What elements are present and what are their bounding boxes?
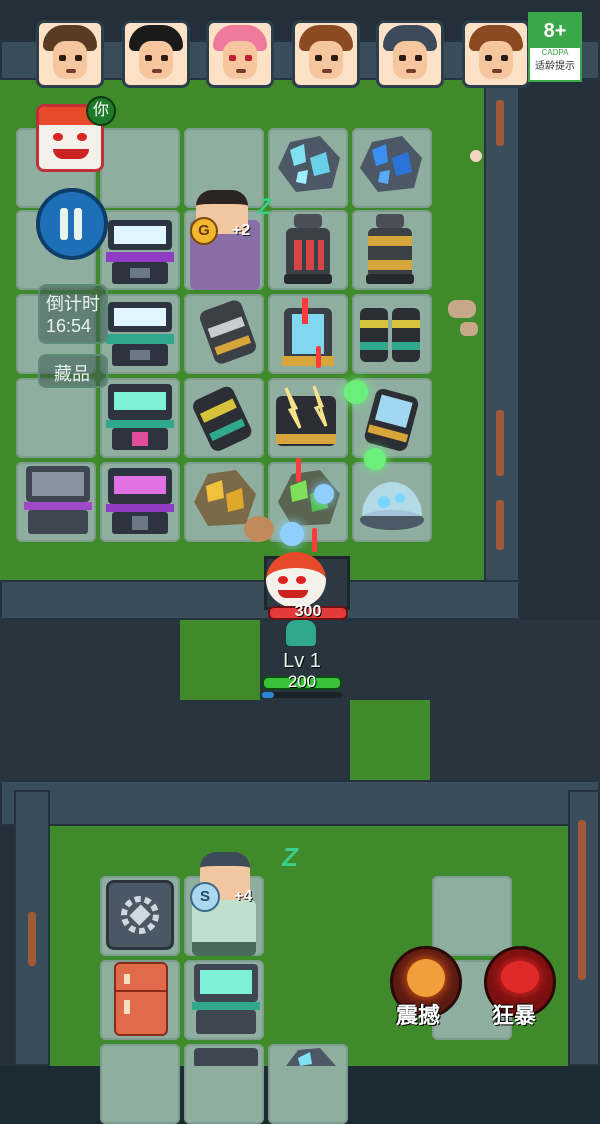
wall-torch	[578, 820, 586, 980]
crystal-ore-icon[interactable]	[280, 1044, 340, 1066]
shock-skill-icon	[407, 959, 445, 997]
generator-machine-icon[interactable]	[100, 212, 180, 288]
twin-turret-icon[interactable]	[352, 294, 428, 374]
age-rating-org: CADPA	[541, 48, 569, 57]
floor-tile	[432, 876, 512, 956]
wall-torch	[496, 410, 504, 476]
player-energy-value: 200	[287, 672, 317, 691]
player-portrait[interactable]	[206, 20, 274, 88]
pause-button[interactable]	[36, 188, 108, 260]
corridor-grass	[180, 620, 260, 700]
age-rating-badge: 8+ CADPA 适龄提示	[528, 12, 582, 82]
generator-machine-icon[interactable]	[100, 378, 180, 454]
generator-machine-icon[interactable]	[100, 294, 180, 370]
age-rating-caption: 适龄提示	[535, 61, 575, 72]
player-portrait[interactable]	[292, 20, 360, 88]
ice-orb	[314, 484, 334, 504]
bed-income-label: +2	[232, 222, 251, 239]
sleep-z-icon: Z	[282, 842, 298, 872]
energy-orb	[364, 448, 386, 470]
repair-station-icon[interactable]	[106, 880, 174, 950]
rage-skill-label: 狂暴	[492, 1003, 537, 1028]
generator-machine-icon[interactable]	[100, 462, 180, 538]
player-portrait[interactable]	[122, 20, 190, 88]
silver-turret-icon[interactable]	[190, 294, 266, 374]
collection-label: 藏品	[54, 364, 90, 384]
floor-tile	[100, 128, 180, 208]
red-turret-icon[interactable]	[272, 210, 344, 290]
pause-icon	[58, 208, 86, 240]
storage-cabinet-icon[interactable]	[18, 462, 98, 538]
small-creature-icon	[244, 516, 274, 542]
flower-decoration	[470, 150, 482, 162]
player-sprite	[286, 620, 316, 646]
refrigerator-icon[interactable]	[114, 962, 168, 1036]
wall-torch	[496, 500, 504, 550]
gold-turret-icon[interactable]	[354, 210, 426, 290]
floor-tile	[100, 1044, 180, 1124]
collection-button[interactable]: 藏品	[38, 354, 108, 388]
laser-beam	[316, 346, 321, 368]
shock-skill-label: 震撼	[396, 1003, 441, 1028]
ice-orb	[280, 522, 304, 546]
clown-monster-avatar	[266, 552, 326, 608]
lightning-turret-icon[interactable]	[266, 378, 346, 458]
middle-wall	[0, 580, 520, 620]
laser-beam	[296, 458, 301, 482]
laser-beam	[312, 528, 317, 552]
age-rating-value: 8+	[530, 14, 580, 48]
you-tag: 你	[86, 96, 116, 126]
rage-skill-icon	[501, 961, 539, 993]
storage-cabinet-icon[interactable]	[186, 1044, 266, 1066]
silver-coin-icon: S	[190, 882, 220, 912]
floor-tile	[16, 378, 96, 458]
player-level: Lv 1	[283, 650, 321, 672]
countdown-panel: 倒计时 16:54	[38, 284, 108, 344]
rock-debris	[460, 322, 478, 336]
middle-wall-lower	[0, 780, 600, 826]
player-xp-bar	[262, 692, 342, 698]
bed-income-label: +4	[234, 888, 253, 905]
sapphire-ore-icon[interactable]	[352, 128, 428, 200]
sleep-z-icon: Z	[258, 194, 272, 219]
crystal-ore-icon[interactable]	[270, 128, 346, 200]
electric-turret-icon[interactable]	[184, 378, 264, 458]
player-xp-fill	[262, 692, 274, 698]
countdown-label: 倒计时	[46, 294, 100, 314]
rock-debris	[448, 300, 476, 318]
wall-torch	[496, 100, 504, 146]
energy-dome-icon[interactable]	[354, 458, 430, 534]
countdown-value: 16:54	[46, 316, 92, 336]
gold-coin-icon: G	[190, 217, 218, 245]
player-portrait[interactable]	[36, 20, 104, 88]
corridor-grass	[350, 700, 430, 780]
storage-cabinet-icon[interactable]	[186, 960, 266, 1040]
emerald-ore-icon[interactable]	[270, 462, 346, 534]
player-portrait[interactable]	[462, 20, 530, 88]
player-portrait[interactable]	[376, 20, 444, 88]
energy-orb	[344, 380, 368, 404]
monster-hp-value: 300	[294, 603, 322, 620]
wall-torch	[28, 912, 36, 966]
laser-turret-icon[interactable]	[272, 294, 344, 374]
